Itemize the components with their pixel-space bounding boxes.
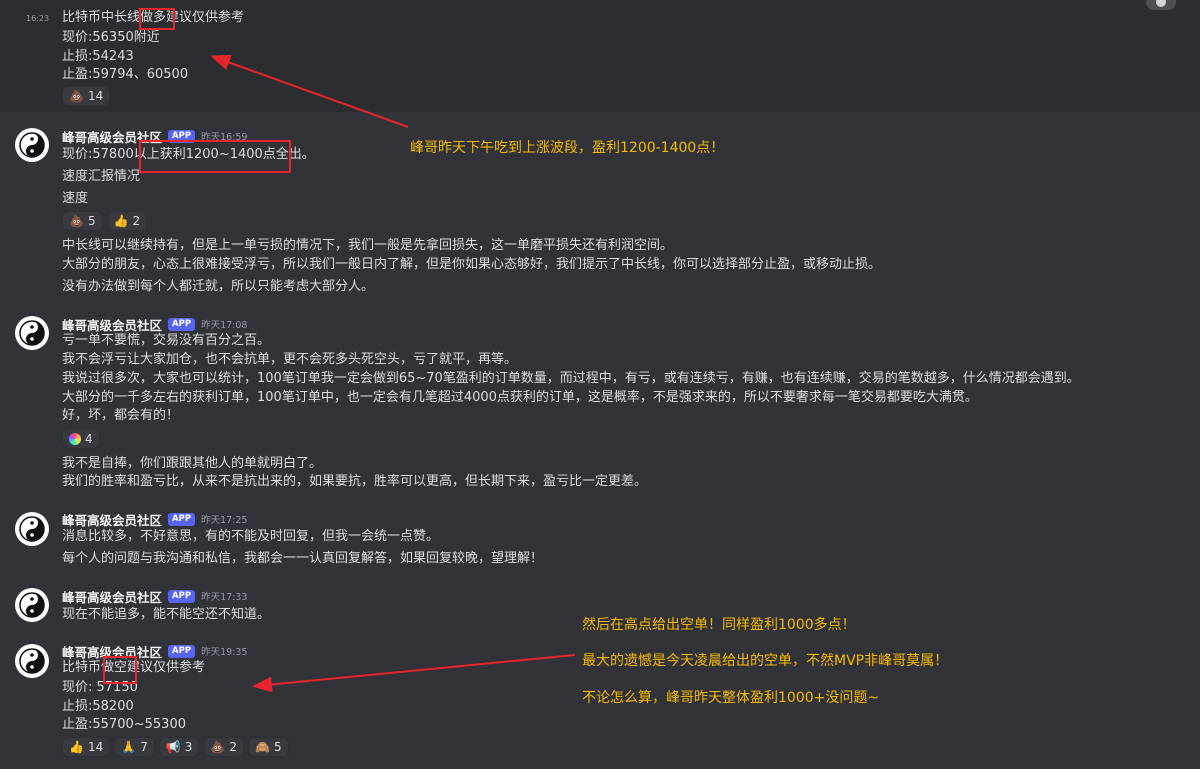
annotation-text: 峰哥昨天下午吃到上涨波段，盈利1200-1400点！ [410, 140, 725, 156]
reaction-count: 14 [87, 89, 104, 103]
message-line: 消息比较多，不好意思，有的不能及时回复，但我一会统一点赞。 [62, 529, 440, 544]
message-line: 止盈:55700~55300 [62, 717, 186, 732]
message-line: 大部分的朋友，心态上很难接受浮亏，所以我们一般日内了解，但是你如果心态够好，我们… [62, 257, 882, 272]
avatar[interactable] [15, 316, 49, 350]
reaction-count: 7 [140, 740, 148, 754]
message-line: 大部分的一千多左右的获利订单，100笔订单中，也一定会有几笔超过4000点获利的… [62, 390, 978, 405]
message-line: 没有办法做到每个人都迁就，所以只能考虑大部分人。 [62, 279, 375, 294]
app-badge: APP [168, 644, 196, 658]
reaction-count: 2 [229, 740, 238, 754]
timestamp: 昨天17:08 [201, 320, 248, 331]
message-line: 亏一单不要慌，交易没有百分之百。 [62, 333, 271, 348]
message-line: 现价:56350附近 [62, 30, 160, 45]
reaction-monkey[interactable]: 🙈 5 [248, 737, 289, 757]
annotation-text: 不论怎么算，峰哥昨天整体盈利1000+没问题~ [582, 690, 880, 706]
message-header: 峰哥高级会员社区 APP 昨天17:08 [62, 315, 248, 334]
highlight-box-profit [139, 140, 291, 173]
message-line: 我不会浮亏让大家加仓，也不会抗单，更不会死多头死空头，亏了就平，再等。 [62, 352, 518, 367]
reaction-count: 3 [184, 740, 193, 754]
megaphone-emoji-icon: 📢 [165, 740, 181, 754]
reaction-count: 5 [273, 740, 282, 754]
reaction-count: 4 [85, 432, 93, 446]
reaction-count: 14 [87, 740, 104, 754]
message-line: 我不是自捧，你们跟跟其他人的单就明白了。 [62, 456, 323, 471]
avatar[interactable] [15, 588, 49, 622]
reaction-rainbow[interactable]: 4 [62, 429, 100, 449]
rainbow-circle-emoji-icon [69, 433, 81, 445]
reaction-bar: 4 [62, 429, 100, 449]
timestamp: 昨天17:33 [201, 592, 248, 603]
timestamp: 昨天19:35 [201, 647, 248, 658]
reaction-thumbs-up[interactable]: 👍 14 [62, 737, 111, 757]
app-badge: APP [168, 512, 196, 526]
app-badge: APP [168, 317, 196, 331]
toggle-knob-icon [1156, 0, 1166, 7]
message-line: 速度 [62, 191, 89, 206]
yin-yang-icon [19, 648, 45, 674]
message-line: 中长线可以继续持有，但是上一单亏损的情况下，我们一般是先拿回损失，这一单磨平损失… [62, 238, 674, 253]
annotation-text: 最大的遗憾是今天凌晨给出的空单，不然MVP非峰哥莫属！ [582, 653, 949, 669]
message-header: 峰哥高级会员社区 APP 昨天19:35 [62, 643, 248, 660]
reaction-megaphone[interactable]: 📢 3 [158, 737, 200, 757]
message-time: 16:23 [26, 14, 50, 23]
message-line: 止盈:59794、60500 [62, 67, 189, 82]
reaction-bar: 💩 14 [62, 86, 111, 106]
thumbs-up-emoji-icon: 👍 [69, 740, 84, 754]
thumbs-up-emoji-icon: 👍 [113, 214, 129, 228]
message-line: 止损:54243 [62, 49, 134, 64]
username[interactable]: 峰哥高级会员社区 [62, 315, 162, 334]
reaction-thumbs-up[interactable]: 👍 2 [106, 211, 148, 231]
yin-yang-icon [19, 132, 45, 158]
chat-window: 16:23 比特币中长线做多建议仅供参考 现价:56350附近 止损:54243… [0, 0, 1200, 769]
message-line: 现在不能追多，能不能空还不知道。 [62, 607, 271, 622]
avatar[interactable] [15, 512, 49, 546]
message-header: 峰哥高级会员社区 APP 昨天17:25 [62, 510, 248, 529]
poop-emoji-icon: 💩 [210, 740, 226, 754]
message-header: 峰哥高级会员社区 APP 昨天17:33 [62, 587, 248, 606]
avatar[interactable] [15, 644, 49, 678]
see-no-evil-monkey-emoji-icon: 🙈 [255, 740, 270, 754]
reaction-count: 5 [87, 214, 96, 228]
username[interactable]: 峰哥高级会员社区 [62, 510, 162, 529]
folded-hands-emoji-icon: 🙏 [121, 740, 137, 754]
message-line: 每个人的问题与我沟通和私信，我都会一一认真回复解答，如果回复较晚，望理解！ [62, 551, 544, 566]
poop-emoji-icon: 💩 [69, 89, 84, 103]
poop-emoji-icon: 💩 [69, 214, 84, 228]
reaction-poop[interactable]: 💩 14 [62, 86, 111, 106]
yin-yang-icon [19, 320, 45, 346]
message-line: 速度汇报情况 [62, 169, 141, 184]
yin-yang-icon [19, 592, 45, 618]
timestamp: 昨天17:25 [201, 515, 248, 526]
arrow-to-short [252, 654, 576, 693]
message-line: 我说过很多次，大家也可以统计，100笔订单我一定会做到65~70笔盈利的订单数量… [62, 371, 1080, 386]
yin-yang-icon [19, 516, 45, 542]
message-line: 止损:58200 [62, 699, 134, 714]
annotation-text: 然后在高点给出空单！同样盈利1000多点！ [582, 617, 856, 633]
toggle-button[interactable] [1146, 0, 1176, 10]
reaction-poop[interactable]: 💩 5 [62, 211, 103, 231]
avatar[interactable] [15, 128, 49, 162]
highlight-box-short [103, 656, 137, 684]
message-line: 我们的胜率和盈亏比，从来不是抗出来的，如果要抗，胜率可以更高，但长期下来，盈亏比… [62, 474, 648, 489]
highlight-box-long [139, 8, 175, 30]
reaction-folded-hands[interactable]: 🙏 7 [114, 737, 155, 757]
reaction-bar: 💩 5 👍 2 [62, 211, 148, 231]
app-badge: APP [168, 589, 196, 603]
username[interactable]: 峰哥高级会员社区 [62, 587, 162, 606]
reaction-poop[interactable]: 💩 2 [203, 737, 245, 757]
message-line: 好，坏，都会有的！ [62, 408, 180, 423]
reaction-bar: 👍 14 🙏 7 📢 3 💩 2 🙈 5 [62, 737, 289, 757]
reaction-count: 2 [132, 214, 141, 228]
